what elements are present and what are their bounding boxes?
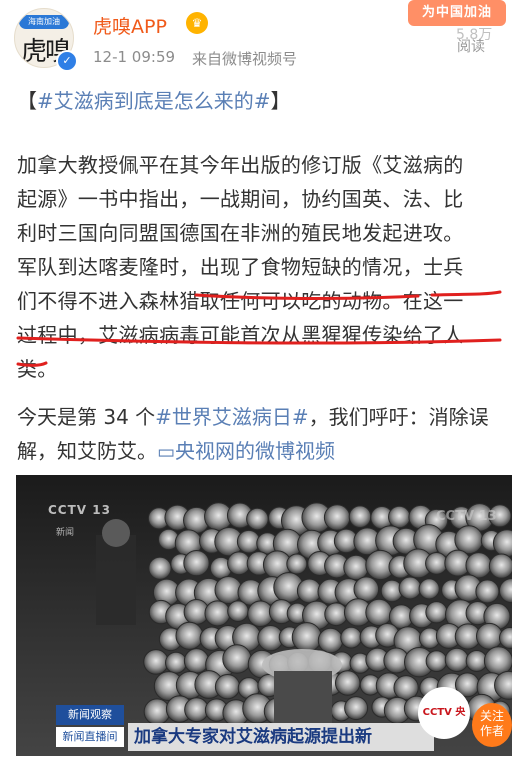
program-tag: 新闻观察 (56, 705, 124, 725)
log-end (291, 622, 322, 653)
log-end (246, 507, 269, 531)
log-end (425, 601, 448, 624)
log-end (204, 600, 231, 627)
log-end (183, 549, 210, 577)
log-end (227, 600, 249, 622)
log-end (465, 552, 492, 579)
tail-suffix: ，我们呼吁：消除误 (308, 405, 489, 429)
log-end (398, 576, 422, 600)
tail-hashtag[interactable]: #世界艾滋病日# (155, 405, 309, 429)
underline-stroke (194, 293, 420, 301)
log-end (148, 556, 172, 580)
log-end (143, 649, 169, 675)
log-end (353, 576, 380, 603)
log-end (454, 525, 484, 555)
log-end (334, 670, 361, 696)
log-end (340, 626, 363, 649)
helmet-body (274, 671, 332, 731)
log-end (365, 598, 393, 627)
underline-stroke (16, 361, 48, 367)
highlight-underlines (16, 290, 502, 367)
log-end (444, 647, 470, 673)
log-end (175, 621, 204, 650)
cctv-avatar[interactable]: CCTV 央视 (418, 687, 470, 739)
log-end (475, 579, 500, 604)
cctv-channel-label: 新闻 (56, 528, 75, 538)
log-end (183, 648, 210, 674)
log-end (323, 504, 351, 531)
log-end (388, 505, 411, 529)
program-tag-2: 新闻直播间 (56, 727, 124, 747)
worker-hat (102, 519, 130, 547)
watermark-logo: CCTV 13 (436, 509, 497, 524)
log-end (222, 644, 252, 674)
cctv-logo: CCTV 13 (48, 503, 111, 517)
log-end (488, 553, 512, 579)
log-end (425, 650, 448, 673)
log-end (425, 551, 448, 575)
log-end (418, 578, 440, 600)
log-end (348, 505, 372, 529)
log-end (317, 627, 344, 654)
tail-line: 解，知艾防艾。▭央视网的微博视频 (17, 434, 517, 469)
video-player[interactable]: CCTV 13 新闻 CCTV 13 新闻观察 新闻直播间 加拿大专家对艾滋病起… (16, 475, 512, 756)
log-end (343, 554, 369, 581)
post-tail: 今天是第 34 个#世界艾滋病日#，我们呼吁：消除误 解，知艾防艾。▭央视网的微… (17, 400, 517, 469)
log-end (143, 698, 171, 726)
log-end (214, 674, 241, 700)
tail-line: 今天是第 34 个#世界艾滋病日#，我们呼吁：消除误 (17, 400, 517, 434)
worker-figure (96, 535, 136, 625)
log-end (344, 696, 369, 721)
tail-prefix: 今天是第 34 个 (17, 405, 156, 429)
log-end (483, 646, 512, 676)
log-end (286, 553, 308, 575)
tail-prefix-2: 解，知艾防艾。 (17, 439, 157, 463)
follow-author-button[interactable]: 关注 作者 (472, 703, 512, 747)
underline-stroke (430, 290, 502, 297)
video-headline: 加拿大专家对艾滋病起源提出新 (128, 723, 434, 751)
log-end (475, 622, 503, 650)
underline-stroke (16, 336, 502, 345)
video-link-icon[interactable]: ▭ (157, 441, 175, 463)
follow-label: 关注 作者 (479, 709, 504, 738)
video-link[interactable]: 央视网的微博视频 (175, 439, 335, 463)
log-end (165, 651, 188, 674)
